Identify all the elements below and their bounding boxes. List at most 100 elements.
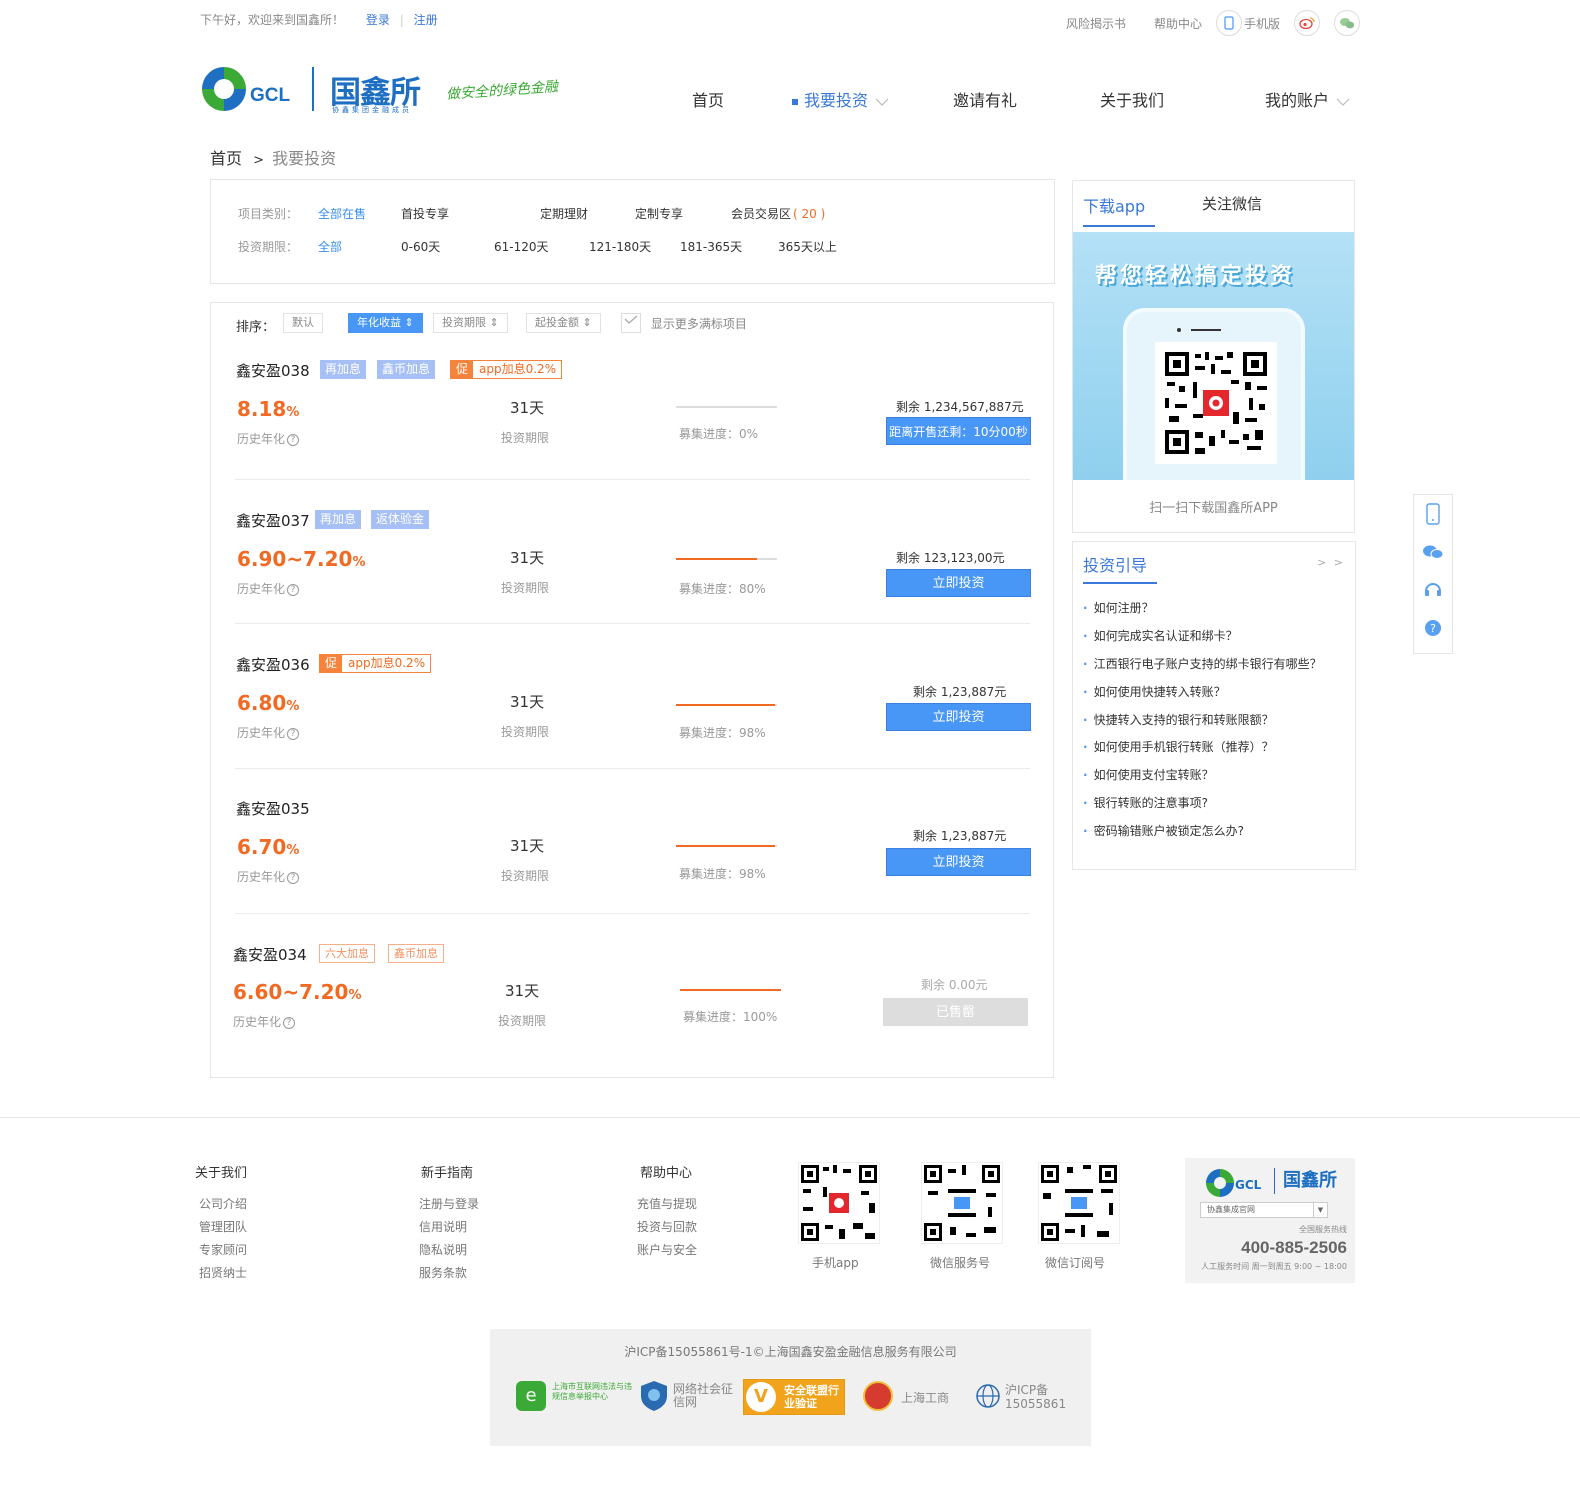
days-label: 投资期限 (501, 581, 550, 595)
show-full-checkbox[interactable]: 显示更多满标项目 (621, 313, 747, 333)
countdown-button[interactable]: 距离开售还剩：10分00秒 (886, 417, 1031, 445)
help-icon[interactable]: ? (287, 727, 300, 740)
app-caption: 扫一扫下载国鑫所APP (1149, 501, 1278, 516)
logo[interactable]: GCL 国鑫所 协鑫集团金融成员 做安全的绿色金融 (200, 63, 560, 115)
invest-button[interactable]: 立即投资 (886, 703, 1031, 731)
help-icon[interactable]: ? (283, 1016, 296, 1029)
guide-more-link[interactable]: > > (1317, 556, 1345, 569)
help-icon[interactable]: ? (287, 433, 300, 446)
guide-item[interactable]: 如何使用手机银行转账（推荐）？ (1083, 738, 1274, 755)
invest-button[interactable]: 立即投资 (886, 569, 1031, 597)
footer-col-title: 关于我们 (195, 1166, 248, 1181)
phone-speaker (1191, 329, 1221, 331)
tab-follow-wechat[interactable]: 关注微信 (1202, 193, 1262, 214)
help-icon[interactable]: ? (1414, 609, 1452, 647)
sort-default[interactable]: 默认 (283, 313, 323, 333)
nav-home[interactable]: 首页 (692, 87, 724, 111)
footer-link[interactable]: 注册与登录 (419, 1195, 479, 1212)
footer-link[interactable]: 隐私说明 (419, 1241, 479, 1258)
site-select[interactable]: 协鑫集成官网 ▼ (1200, 1202, 1328, 1218)
rate-label: 历史年化? (237, 724, 300, 741)
mobile-link[interactable]: 手机版 (1215, 10, 1280, 36)
progress-label: 募集进度：98% (679, 867, 766, 881)
help-icon[interactable]: ? (287, 871, 300, 884)
nav-invest-label: 我要投资 (804, 91, 869, 110)
show-full-label: 显示更多满标项目 (650, 316, 747, 331)
footer-link[interactable]: 账户与安全 (637, 1241, 697, 1258)
guide-item[interactable]: 如何使用快捷转入转账？ (1083, 683, 1226, 700)
footer-link[interactable]: 充值与提现 (637, 1195, 697, 1212)
guide-item[interactable]: 快捷转入支持的银行和转账限额？ (1083, 711, 1274, 728)
help-icon[interactable]: ? (287, 583, 300, 596)
category-fixed[interactable]: 定期理财 (540, 205, 588, 222)
period-61-120[interactable]: 61-120天 (494, 238, 549, 255)
banner-text: 帮您轻松搞定投资 (1095, 264, 1296, 289)
badge-icbc[interactable]: 上海工商 (863, 1379, 953, 1413)
category-first[interactable]: 首投专享 (401, 205, 449, 222)
badge-credit[interactable]: 网络社会征信网 (640, 1379, 740, 1413)
footer-link[interactable]: 信用说明 (419, 1218, 479, 1235)
progress-fill (676, 704, 775, 706)
period-365-plus[interactable]: 365天以上 (778, 238, 837, 255)
footer-link[interactable]: 招贤纳士 (195, 1264, 247, 1281)
guide-item[interactable]: 密码输错账户被锁定怎么办? (1083, 822, 1244, 839)
rate: 6.60~7.20% (233, 980, 361, 1004)
verified-icon: V (746, 1382, 776, 1412)
wechat-icon[interactable] (1334, 10, 1360, 36)
caret-down-icon: ▼ (1313, 1203, 1327, 1217)
wechat-icon[interactable] (1414, 533, 1452, 571)
footer-link[interactable]: 服务条款 (419, 1264, 479, 1281)
badge-icp[interactable]: 沪ICP备15055861 (975, 1379, 1075, 1413)
product-name[interactable]: 鑫安盈038 (236, 360, 310, 381)
product-name[interactable]: 鑫安盈035 (236, 798, 310, 819)
progress-fill (676, 845, 775, 847)
badge-report-center[interactable]: e 上海市互联网违法与违规信息举报中心 (516, 1379, 632, 1413)
nav-about[interactable]: 关于我们 (1100, 87, 1164, 111)
weibo-icon[interactable] (1294, 10, 1320, 36)
divider (235, 768, 1030, 769)
product-name[interactable]: 鑫安盈036 (236, 654, 310, 675)
sort-rate[interactable]: 年化收益 ⇕ (348, 313, 423, 333)
breadcrumb-home[interactable]: 首页 (210, 149, 242, 168)
guide-item[interactable]: 江西银行电子账户支持的绑卡银行有哪些？ (1083, 655, 1322, 672)
nav-invite[interactable]: 邀请有礼 (953, 87, 1017, 111)
badge-text: 沪ICP备15055861 (1005, 1383, 1067, 1411)
sort-rate-label: 年化收益 (357, 316, 401, 329)
shield-icon (641, 1381, 667, 1411)
footer-col-about: 关于我们 公司介绍 管理团队 专家顾问 招贤纳士 (195, 1162, 247, 1287)
category-all[interactable]: 全部在售 (318, 205, 366, 222)
help-link[interactable]: 帮助中心 (1154, 15, 1202, 32)
nav-invest[interactable]: 我要投资 (792, 87, 889, 111)
customer-service-icon[interactable] (1414, 571, 1452, 609)
sort-amount[interactable]: 起投金额 ⇕ (526, 313, 601, 333)
service-hours: 人工服务时间 周一到周五 9:00 ~ 18:00 (1201, 1262, 1347, 1271)
guide-item[interactable]: 如何使用支付宝转账？ (1083, 766, 1214, 783)
risk-link[interactable]: 风险揭示书 (1066, 15, 1126, 32)
nav-account[interactable]: 我的账户 (1265, 87, 1350, 111)
rate-label-text: 历史年化 (237, 726, 286, 740)
guide-item[interactable]: 银行转账的注意事项? (1083, 794, 1208, 811)
login-link[interactable]: 登录 (366, 13, 390, 27)
footer-link[interactable]: 投资与回款 (637, 1218, 697, 1235)
category-member[interactable]: 会员交易区( 20 ) (731, 205, 825, 222)
footer-link[interactable]: 公司介绍 (195, 1195, 247, 1212)
register-link[interactable]: 注册 (414, 13, 438, 27)
period-all[interactable]: 全部 (318, 238, 342, 255)
footer-link[interactable]: 管理团队 (195, 1218, 247, 1235)
product-name[interactable]: 鑫安盈034 (233, 944, 307, 965)
badge-safety[interactable]: V 安全联盟行业验证 (743, 1379, 845, 1415)
category-custom[interactable]: 定制专享 (635, 205, 683, 222)
period-0-60[interactable]: 0-60天 (401, 238, 440, 255)
sort-period[interactable]: 投资期限 ⇕ (433, 313, 508, 333)
product-name[interactable]: 鑫安盈037 (236, 510, 310, 531)
period-121-180[interactable]: 121-180天 (589, 238, 651, 255)
phone-icon[interactable] (1414, 495, 1452, 533)
footer-link[interactable]: 专家顾问 (195, 1241, 247, 1258)
tab-download-app[interactable]: 下载app (1083, 193, 1155, 227)
tag-badge: 鑫币加息 (377, 360, 436, 379)
guide-item[interactable]: 如何完成实名认证和绑卡？ (1083, 627, 1238, 644)
days-label: 投资期限 (501, 869, 550, 883)
guide-item[interactable]: 如何注册？ (1083, 599, 1154, 616)
period-181-365[interactable]: 181-365天 (680, 238, 742, 255)
invest-button[interactable]: 立即投资 (886, 848, 1031, 876)
